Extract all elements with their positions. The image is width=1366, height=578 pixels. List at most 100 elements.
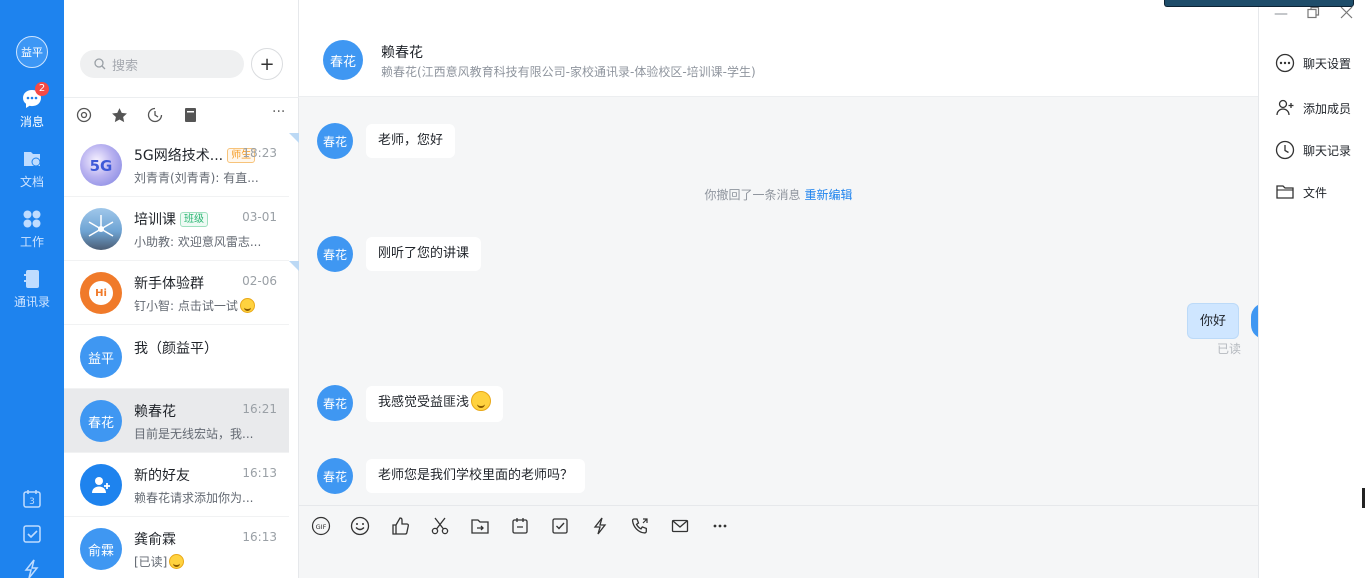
grid-apps-icon	[23, 210, 41, 228]
sender-avatar[interactable]: 春花	[317, 458, 353, 494]
pinned-corner-marker	[289, 133, 299, 143]
star-icon[interactable]	[111, 107, 129, 125]
recall-notice: 你撤回了一条消息 重新编辑	[299, 186, 1258, 203]
avatar: 益平	[80, 336, 122, 378]
nav-contacts[interactable]: 通讯录	[0, 268, 64, 310]
lightning-icon[interactable]	[589, 515, 611, 537]
my-message-bubble[interactable]: 你好	[1187, 303, 1240, 339]
restore-icon[interactable]	[1307, 6, 1320, 23]
contacts-book-icon	[24, 270, 39, 288]
add-friend-icon	[92, 477, 110, 493]
conversation-name: 培训课 班级	[134, 209, 208, 229]
gif-label: GIF	[316, 523, 327, 531]
folder-send-icon[interactable]	[469, 515, 491, 537]
phone-call-icon[interactable]	[629, 515, 651, 537]
group-avatar: Hi	[80, 272, 122, 314]
bookmark-icon[interactable]	[183, 107, 201, 125]
message-bubble[interactable]: 老师您是我们学校里面的老师吗？	[366, 459, 586, 493]
chat-panel: 春花 赖春花 赖春花(江西意风教育科技有限公司-家校通讯录-体验校区-培训课-学…	[299, 0, 1265, 578]
grin-emoji-icon	[239, 298, 255, 313]
thumbs-up-icon[interactable]	[389, 515, 411, 537]
conversation-name: 赖春花	[134, 404, 176, 420]
conversation-name: 我（颜益平）	[134, 341, 218, 357]
svg-text:5G: 5G	[90, 157, 113, 175]
conversation-time: 02-06	[242, 274, 277, 288]
conversation-time: 16:13	[242, 466, 277, 480]
chat-settings-label: 聊天设置	[1303, 56, 1352, 71]
unread-badge: 2	[35, 82, 49, 96]
conversation-item-selected[interactable]: 春花 赖春花 16:21 目前是无线宏站，我...	[64, 389, 289, 453]
chat-title: 赖春花	[381, 45, 423, 61]
conversation-item[interactable]: Hi 新手体验群 02-06 钉小智: 点击试一试	[64, 261, 299, 325]
calendar-icon[interactable]: 3	[21, 488, 43, 510]
add-button[interactable]: +	[251, 48, 283, 80]
clock-icon[interactable]	[147, 107, 165, 125]
nav-docs[interactable]: 文档	[0, 148, 64, 190]
conversation-name: 新的好友	[134, 468, 190, 484]
add-member-icon	[1276, 99, 1294, 116]
chat-history-label: 聊天记录	[1303, 143, 1352, 158]
conversation-list-pane: 搜索 + ··· 5G 5G网络技术... 师生 18:23 刘青青(刘青青): …	[64, 0, 358, 578]
conversation-time: 16:13	[242, 530, 277, 544]
conversation-item[interactable]: 益平 我（颜益平）	[64, 325, 289, 389]
new-friend-avatar	[80, 464, 122, 506]
conversation-item[interactable]: 培训课 班级 03-01 小助教: 欢迎意风雷志...	[64, 197, 289, 261]
calendar-event-icon[interactable]	[509, 515, 531, 537]
document-icon	[24, 152, 41, 167]
chat-settings-item[interactable]: 聊天设置	[1275, 52, 1351, 74]
message-bubble[interactable]: 老师，您好	[366, 124, 456, 158]
gif-icon[interactable]: GIF	[310, 515, 332, 537]
chat-history-item[interactable]: 聊天记录	[1275, 139, 1351, 161]
conversation-time: 16:21	[242, 402, 277, 416]
chat-avatar[interactable]: 春花	[323, 40, 363, 80]
conversation-list: 5G 5G网络技术... 师生 18:23 刘青青(刘青青): 有直... 培训课…	[64, 133, 299, 578]
emoji-icon[interactable]	[349, 515, 371, 537]
my-avatar[interactable]: 益平	[16, 36, 48, 68]
mouse-cursor	[1362, 488, 1365, 508]
left-nav-rail: 益平 2 消息 文档 工作 通讯录 3	[0, 0, 64, 578]
at-icon[interactable]	[76, 107, 94, 125]
conversation-item[interactable]: 5G 5G网络技术... 师生 18:23 刘青青(刘青青): 有直...	[64, 133, 299, 197]
scissors-icon[interactable]	[429, 515, 451, 537]
conversation-name: 龚俞霖	[134, 532, 176, 548]
nav-work-label: 工作	[19, 235, 44, 249]
recall-text: 你撤回了一条消息	[704, 188, 801, 202]
mail-icon[interactable]	[669, 515, 691, 537]
message-bubble[interactable]: 刚听了您的讲课	[366, 237, 482, 271]
conversation-item[interactable]: 俞霖 龚俞霖 16:13 [已读]	[64, 517, 289, 578]
composer-toolbar: GIF	[299, 505, 1258, 578]
more-icon[interactable]	[709, 515, 731, 537]
calendar-day: 3	[29, 497, 35, 507]
sender-avatar[interactable]: 春花	[317, 123, 353, 159]
reedit-link[interactable]: 重新编辑	[805, 188, 853, 202]
nav-messages[interactable]: 2 消息	[0, 82, 64, 130]
conversation-preview: 刘青青(刘青青): 有直...	[134, 171, 259, 185]
sender-avatar[interactable]: 春花	[317, 385, 353, 421]
files-item[interactable]: 文件	[1275, 181, 1327, 203]
sender-avatar[interactable]: 春花	[317, 236, 353, 272]
more-filters-button[interactable]: ···	[272, 104, 290, 122]
search-input[interactable]: 搜索	[80, 50, 244, 78]
conversation-filters: ···	[64, 97, 299, 133]
smile-emoji-icon	[169, 554, 185, 569]
conversation-name: 5G网络技术... 师生	[134, 145, 256, 165]
task-check-icon[interactable]	[549, 515, 571, 537]
minimize-icon[interactable]: —	[1274, 6, 1288, 22]
lightning-icon[interactable]	[21, 558, 43, 578]
add-member-item[interactable]: 添加成员	[1275, 97, 1351, 119]
nav-work[interactable]: 工作	[0, 208, 64, 250]
conversation-preview: 赖春花请求添加你为...	[134, 491, 254, 505]
app-window: 益平 2 消息 文档 工作 通讯录 3 搜索 + ··· 5G 5G网络技术..…	[0, 0, 1366, 578]
task-check-icon[interactable]	[21, 523, 43, 545]
smile-emoji-icon	[471, 391, 492, 411]
nav-docs-label: 文档	[19, 175, 44, 189]
pinned-corner-marker	[289, 261, 299, 271]
close-icon[interactable]	[1340, 6, 1353, 23]
search-placeholder: 搜索	[112, 58, 139, 74]
chat-side-panel: — 聊天设置 添加成员 聊天记录 文件	[1258, 0, 1366, 578]
message-bubble[interactable]: 我感觉受益匪浅	[366, 386, 504, 422]
conversation-item[interactable]: 新的好友 16:13 赖春花请求添加你为...	[64, 453, 289, 517]
more-circle-icon	[1275, 53, 1295, 73]
group-avatar: 5G	[80, 144, 122, 186]
conversation-time: 18:23	[242, 146, 277, 160]
